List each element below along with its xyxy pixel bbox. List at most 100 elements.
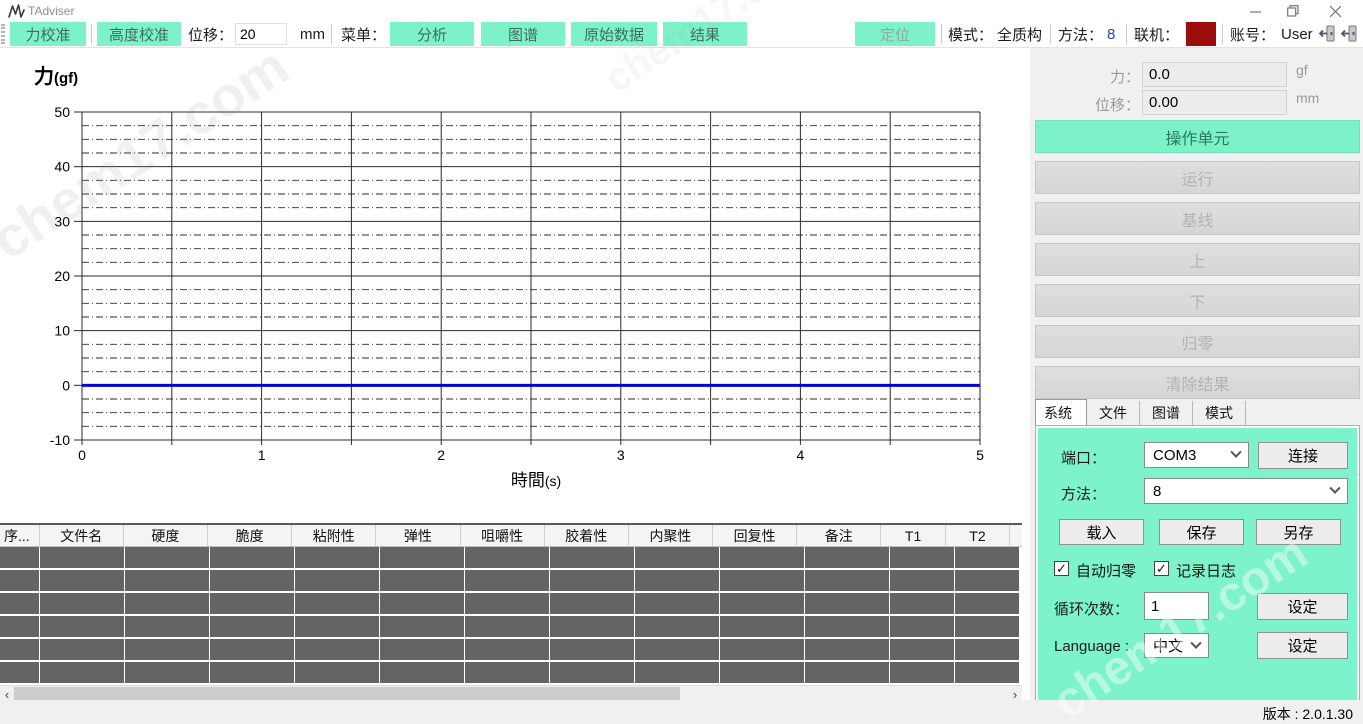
raw-data-button[interactable]: 原始数据 [571,22,657,46]
positioning-button[interactable]: 定位 [855,22,935,46]
svg-text:1: 1 [258,447,266,463]
table-cell [550,616,635,637]
tab-文件[interactable]: 文件 [1087,401,1140,426]
table-cell [635,616,720,637]
table-header-cell[interactable]: T1 [881,525,945,546]
displacement-input[interactable] [235,23,287,45]
table-header-cell[interactable]: 粘附性 [292,525,376,546]
restore-button[interactable] [1276,0,1310,22]
status-bar: 版本 : 2.0.1.30 [0,700,1363,724]
table-header-cell[interactable]: 序... [0,525,40,546]
table-row[interactable] [0,616,1022,639]
table-cell [805,570,890,591]
svg-text:-10: -10 [50,432,70,448]
table-cell [720,616,805,637]
table-cell [890,570,955,591]
connect-button[interactable]: 连接 [1258,442,1348,469]
save-as-button[interactable]: 另存 [1256,519,1341,545]
table-header-cell[interactable]: 回复性 [713,525,797,546]
tab-图谱[interactable]: 图谱 [1140,401,1193,426]
table-cell [955,616,1020,637]
close-button[interactable] [1318,0,1352,22]
action-button-1[interactable]: 操作单元 [1035,120,1360,153]
chart-canvas: 50403020100-10012345 [0,48,1030,500]
action-button-4: 上 [1035,243,1360,276]
table-header-cell[interactable]: 咀嚼性 [461,525,545,546]
table-header-cell[interactable]: 文件名 [40,525,124,546]
table-cell [805,616,890,637]
chart-x-axis-title: 時間(s) [466,466,606,491]
table-cell [0,662,40,683]
set-cycles-button[interactable]: 设定 [1257,593,1348,620]
log-checkbox[interactable]: ✓ [1154,561,1169,576]
table-row[interactable] [0,639,1022,662]
table-cell [40,616,125,637]
table-cell [125,547,210,568]
table-row[interactable] [0,662,1022,685]
port-dropdown[interactable]: COM3 [1144,442,1249,468]
table-cell [40,570,125,591]
table-cell [295,616,380,637]
table-cell [635,570,720,591]
analysis-button[interactable]: 分析 [390,22,474,46]
online-status-indicator [1186,22,1216,46]
table-header-cell[interactable]: T2 [946,525,1010,546]
action-button-2: 运行 [1035,161,1360,194]
table-cell [125,593,210,614]
toolbar-gripper[interactable] [1,24,5,44]
save-button[interactable]: 保存 [1159,519,1244,545]
chevron-down-icon [1230,447,1241,458]
port-label: 端口： [1061,447,1106,468]
tab-系统[interactable]: 系统 [1035,399,1087,427]
cycles-label: 循环次数： [1054,598,1129,619]
table-header-cell[interactable]: 内聚性 [629,525,713,546]
cycles-input[interactable] [1144,592,1209,620]
displacement-label: 位移： [188,22,233,46]
table-cell [550,593,635,614]
table-header-cell[interactable]: 硬度 [124,525,208,546]
language-dropdown[interactable]: 中文 [1144,633,1209,658]
table-cell [955,593,1020,614]
force-calibration-button[interactable]: 力校准 [10,22,86,46]
svg-text:0: 0 [78,447,86,463]
settings-tabs: 系统文件图谱模式 [1035,404,1246,426]
window-title: TAdviser [28,4,74,18]
table-header-cell[interactable]: 弹性 [376,525,460,546]
table-header-cell[interactable]: 备注 [797,525,881,546]
table-header-row: 序...文件名硬度脆度粘附性弹性咀嚼性胶着性内聚性回复性备注T1T2 [0,523,1022,547]
account-value: User [1281,22,1313,46]
tab-模式[interactable]: 模式 [1193,401,1246,426]
table-cell [890,616,955,637]
svg-text:30: 30 [54,213,70,229]
app-logo-icon [8,4,25,18]
method-label-panel: 方法： [1061,483,1106,504]
set-language-button[interactable]: 设定 [1257,632,1348,659]
scrollbar-thumb[interactable] [14,687,680,701]
table-cell [805,593,890,614]
table-cell [720,570,805,591]
force-unit: gf [1296,62,1308,78]
login-icon[interactable] [1318,25,1335,42]
method-value: 8 [1107,22,1115,46]
table-cell [0,547,40,568]
height-calibration-button[interactable]: 高度校准 [97,22,181,46]
svg-text:50: 50 [54,104,70,120]
minimize-button[interactable] [1238,0,1272,22]
method-dropdown[interactable]: 8 [1144,478,1348,504]
table-row[interactable] [0,570,1022,593]
table-cell [40,547,125,568]
table-header-cell[interactable]: 胶着性 [545,525,629,546]
table-header-cell[interactable]: 脆度 [208,525,292,546]
table-row[interactable] [0,593,1022,616]
table-row[interactable] [0,547,1022,570]
auto-zero-checkbox[interactable]: ✓ [1054,561,1069,576]
toolbar: 力校准 高度校准 位移： mm 菜单： 分析 图谱 原始数据 结果 定位 模式：… [0,22,1363,48]
table-cell [955,662,1020,683]
method-label: 方法： [1058,22,1103,46]
results-button[interactable]: 结果 [663,22,747,46]
load-button[interactable]: 载入 [1059,519,1144,545]
logout-icon[interactable] [1340,25,1357,42]
spectrum-button[interactable]: 图谱 [481,22,565,46]
language-value: 中文 [1153,635,1183,656]
table-cell [550,570,635,591]
